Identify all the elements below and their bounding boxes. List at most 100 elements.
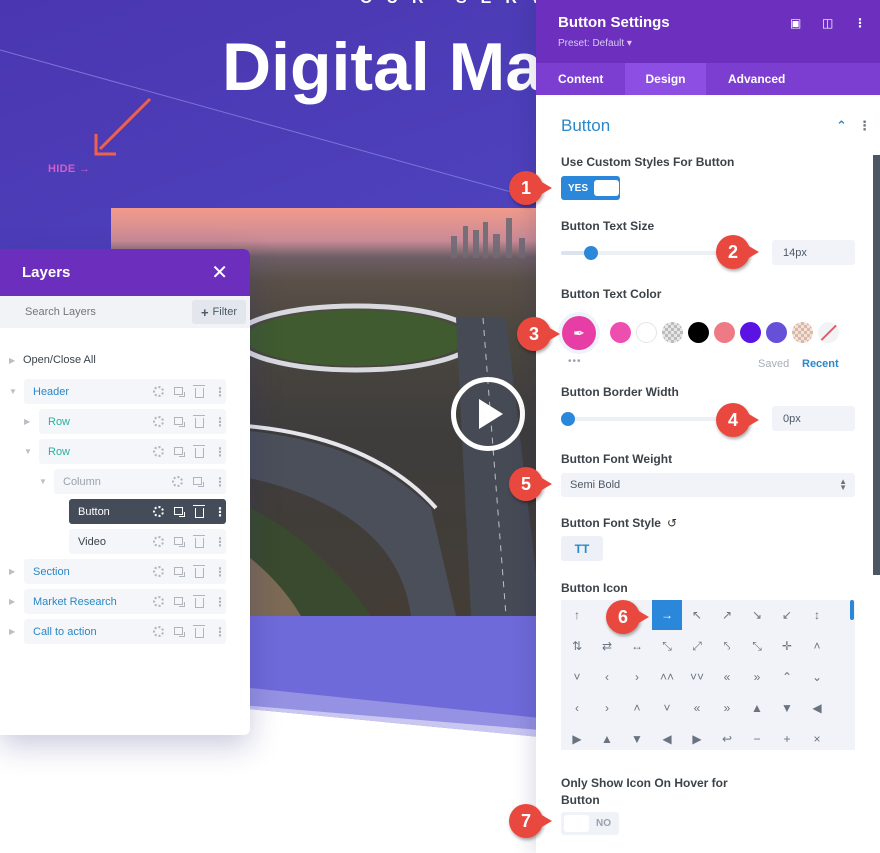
gear-icon[interactable]	[153, 596, 164, 607]
more-icon[interactable]: ⋮	[214, 566, 226, 578]
open-close-all-toggle[interactable]: Open/Close All	[23, 354, 96, 366]
more-icon[interactable]: ⋮	[214, 506, 226, 518]
trash-icon[interactable]	[193, 624, 205, 638]
trash-icon[interactable]	[193, 414, 205, 428]
color-swatch[interactable]	[688, 322, 709, 343]
border-width-input[interactable]	[772, 406, 855, 431]
trash-icon[interactable]	[193, 384, 205, 398]
layer-item-market-research[interactable]: Market Research ⋮	[24, 589, 226, 614]
gear-icon[interactable]	[153, 506, 164, 517]
icon-option[interactable]: ↖	[682, 600, 712, 630]
icon-option[interactable]: ◀	[802, 693, 832, 723]
icon-option[interactable]: ›	[622, 662, 652, 692]
settings-scrollbar[interactable]	[873, 155, 880, 575]
more-colors-icon[interactable]: •••	[568, 356, 582, 367]
duplicate-icon[interactable]	[174, 506, 185, 517]
no-color-swatch[interactable]	[818, 322, 839, 343]
play-button[interactable]	[451, 377, 525, 451]
icon-option[interactable]: ▶	[562, 724, 592, 750]
slider-thumb[interactable]	[561, 412, 575, 426]
layer-item-row[interactable]: Row ⋮	[39, 409, 226, 434]
hover-icon-toggle[interactable]: NO	[561, 812, 619, 835]
layer-item-video[interactable]: Video ⋮	[69, 529, 226, 554]
duplicate-icon[interactable]	[174, 386, 185, 397]
trash-icon[interactable]	[193, 564, 205, 578]
trash-icon[interactable]	[193, 534, 205, 548]
icon-option[interactable]: ↔	[622, 631, 652, 661]
expand-arrow-icon[interactable]: ▶	[24, 417, 30, 426]
gear-icon[interactable]	[153, 446, 164, 457]
color-swatch[interactable]	[766, 322, 787, 343]
hide-link[interactable]: HIDE →	[48, 163, 90, 175]
icon-option[interactable]: ˄˄	[652, 662, 682, 692]
icon-option[interactable]: ▲	[592, 724, 622, 750]
uppercase-button[interactable]: TT	[561, 536, 603, 561]
icon-option[interactable]: ◀	[652, 724, 682, 750]
color-swatch[interactable]	[740, 322, 761, 343]
duplicate-icon[interactable]	[174, 626, 185, 637]
font-weight-select[interactable]: Semi Bold ▲ ▼	[561, 473, 855, 497]
search-layers-input[interactable]	[25, 306, 165, 318]
duplicate-icon[interactable]	[174, 416, 185, 427]
gear-icon[interactable]	[153, 626, 164, 637]
icon-option[interactable]: ⇄	[592, 631, 622, 661]
color-picker-button[interactable]: ✒	[562, 316, 596, 350]
color-swatch[interactable]	[610, 322, 631, 343]
trash-icon[interactable]	[193, 444, 205, 458]
more-icon[interactable]: ⋮	[214, 416, 226, 428]
icon-option[interactable]: +	[772, 724, 802, 750]
more-icon[interactable]: ⋮	[214, 536, 226, 548]
filter-button[interactable]: + Filter	[191, 300, 246, 324]
preset-dropdown[interactable]: Preset: Default ▾	[558, 38, 632, 49]
expand-arrow-icon[interactable]: ▶	[9, 627, 15, 636]
layer-item-button[interactable]: Button ⋮	[69, 499, 226, 524]
recent-colors-tab[interactable]: Recent	[802, 358, 839, 370]
icon-option[interactable]: ↙	[772, 600, 802, 630]
custom-styles-toggle[interactable]: YES	[561, 176, 620, 200]
gear-icon[interactable]	[153, 386, 164, 397]
trash-icon[interactable]	[193, 504, 205, 518]
slider-thumb[interactable]	[584, 246, 599, 260]
collapse-arrow-icon[interactable]: ▼	[24, 447, 32, 456]
split-view-icon[interactable]: ◫	[822, 16, 833, 30]
icon-option[interactable]: →	[652, 600, 682, 630]
more-icon[interactable]: ⋮	[214, 446, 226, 458]
layer-item-header[interactable]: Header ⋮	[24, 379, 226, 404]
duplicate-icon[interactable]	[174, 566, 185, 577]
icon-option[interactable]: ↕	[802, 600, 832, 630]
duplicate-icon[interactable]	[174, 446, 185, 457]
icon-option[interactable]: ⤣	[712, 631, 742, 661]
color-swatch[interactable]	[636, 322, 657, 343]
icon-option[interactable]: ↘	[742, 600, 772, 630]
icon-option[interactable]: ‹	[562, 693, 592, 723]
layer-item-column[interactable]: Column ⋮	[54, 469, 226, 494]
layer-item-row[interactable]: Row ⋮	[39, 439, 226, 464]
icon-option[interactable]: ×	[802, 724, 832, 750]
expand-arrow-icon[interactable]: ▶	[9, 597, 15, 606]
gear-icon[interactable]	[153, 536, 164, 547]
icon-option[interactable]: «	[712, 662, 742, 692]
icon-option[interactable]: ✛	[772, 631, 802, 661]
expand-arrow-icon[interactable]: ▶	[9, 567, 15, 576]
more-icon[interactable]: ⋮	[214, 386, 226, 398]
icon-option[interactable]: »	[742, 662, 772, 692]
icon-option[interactable]: ˅˅	[682, 662, 712, 692]
trash-icon[interactable]	[193, 594, 205, 608]
more-icon[interactable]: ⋮	[214, 476, 226, 488]
icon-option[interactable]: ˅	[562, 662, 592, 692]
saved-colors-tab[interactable]: Saved	[758, 358, 789, 370]
icon-option[interactable]: ↑	[562, 600, 592, 630]
duplicate-icon[interactable]	[174, 536, 185, 547]
icon-option[interactable]: ▲	[742, 693, 772, 723]
more-icon[interactable]: ⋮	[214, 626, 226, 638]
icon-option[interactable]: »	[712, 693, 742, 723]
icon-option[interactable]: ⤢	[682, 631, 712, 661]
icon-option[interactable]: ⇅	[562, 631, 592, 661]
duplicate-icon[interactable]	[174, 596, 185, 607]
icon-option[interactable]: ˄	[622, 693, 652, 723]
icon-option[interactable]: ˄	[802, 631, 832, 661]
icon-option[interactable]: ⤡	[742, 631, 772, 661]
collapse-chevron-icon[interactable]: ⌃	[836, 118, 847, 134]
collapse-arrow-icon[interactable]: ▼	[9, 387, 17, 396]
icon-option[interactable]: ▶	[682, 724, 712, 750]
